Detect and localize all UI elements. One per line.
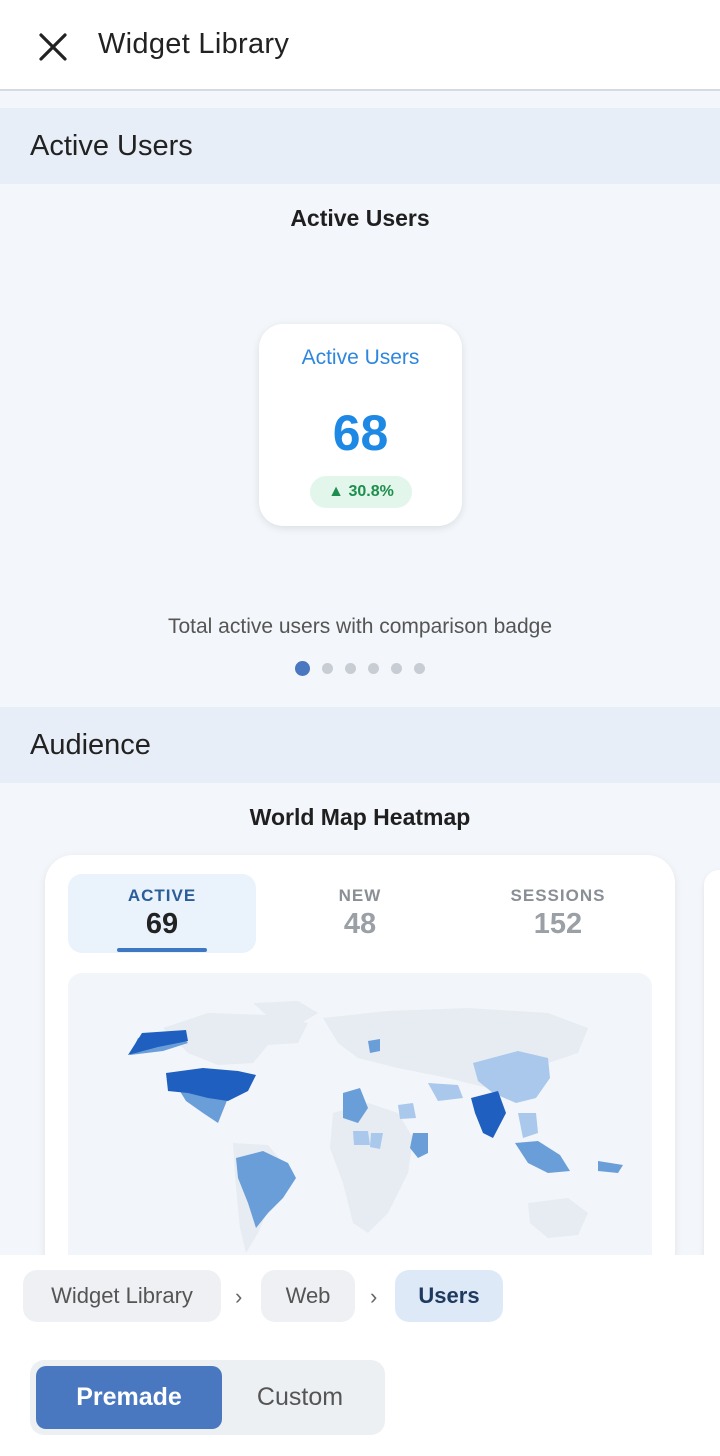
breadcrumb-item-users[interactable]: Users <box>395 1270 503 1322</box>
active-users-value: 68 <box>332 405 389 461</box>
tab-underline <box>117 948 207 952</box>
tab-sessions[interactable]: SESSIONS 152 <box>464 874 652 953</box>
widget-title: World Map Heatmap <box>249 804 471 830</box>
world-map-card: ACTIVE 69 NEW 48 SESSIONS 152 <box>45 855 675 1315</box>
tab-active[interactable]: ACTIVE 69 <box>68 874 256 953</box>
widget-title: Active Users <box>290 205 430 231</box>
breadcrumb-separator: › <box>370 1284 378 1309</box>
tab-label: NEW <box>338 886 382 905</box>
section-header-active-users: Active Users <box>0 108 720 184</box>
active-users-card[interactable]: Active Users 68 ▲ 30.8% <box>259 324 462 526</box>
page-dot[interactable] <box>368 663 379 674</box>
page-title: Widget Library <box>98 28 290 60</box>
tab-value: 48 <box>343 908 377 940</box>
next-widget-card-peek[interactable] <box>704 870 720 1290</box>
page-dot[interactable] <box>391 663 402 674</box>
tab-value: 152 <box>533 908 583 940</box>
breadcrumb-item-web[interactable]: Web <box>261 1270 355 1322</box>
page-dot[interactable] <box>414 663 425 674</box>
breadcrumb-separator: › <box>235 1284 243 1309</box>
section-title: Active Users <box>30 130 193 162</box>
close-button[interactable] <box>32 26 74 68</box>
tab-label: ACTIVE <box>127 886 197 905</box>
page-dot[interactable] <box>295 661 310 676</box>
page-dot[interactable] <box>345 663 356 674</box>
widget-type-toggle: Premade Custom <box>30 1360 385 1435</box>
close-icon <box>39 33 67 61</box>
section-title: Audience <box>30 729 151 761</box>
premade-button[interactable]: Premade <box>36 1366 222 1429</box>
section-header-audience: Audience <box>0 707 720 783</box>
card-label: Active Users <box>301 346 420 369</box>
custom-button[interactable]: Custom <box>222 1366 378 1429</box>
page-dot[interactable] <box>322 663 333 674</box>
tab-new[interactable]: NEW 48 <box>266 874 454 953</box>
breadcrumb-item-widget-library[interactable]: Widget Library <box>23 1270 221 1322</box>
widget-description: Total active users with comparison badge <box>167 615 553 638</box>
comparison-badge: ▲ 30.8% <box>310 476 412 508</box>
tab-value: 69 <box>145 908 179 940</box>
tab-label: SESSIONS <box>510 886 606 905</box>
top-app-bar: Widget Library <box>0 0 720 91</box>
